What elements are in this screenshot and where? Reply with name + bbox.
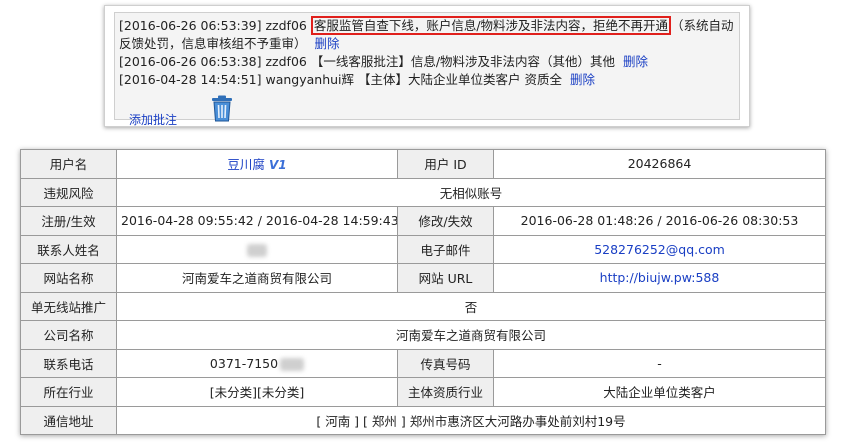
table-row: 通信地址 [ 河南 ] [ 郑州 ] 郑州市惠济区大河路办事处前刘村19号: [20, 405, 826, 435]
delete-link[interactable]: 删除: [623, 54, 648, 69]
qualification-value: 大陆企业单位类客户: [493, 377, 826, 407]
table-row: 违规风险 无相似账号: [20, 177, 826, 207]
table-row: 网站名称 河南爱车之道商贸有限公司 网站 URL http://biujw.pw…: [20, 263, 826, 293]
mod-label: 修改/失效: [397, 206, 494, 236]
table-row: 公司名称 河南爱车之道商贸有限公司: [20, 320, 826, 350]
log-entry-text: [2016-06-26 06:53:38] zzdf06 【一线客服批注】信息/…: [119, 54, 616, 69]
mod-value: 2016-06-28 01:48:26 / 2016-06-26 08:30:5…: [493, 206, 826, 236]
site-url-label: 网站 URL: [397, 263, 494, 293]
username-link[interactable]: 豆川腐: [227, 157, 265, 172]
username-cell: 豆川腐 V1: [116, 149, 398, 179]
annotation-log-panel: [2016-06-26 06:53:39] zzdf06 客服监管自查下线，账户…: [104, 5, 750, 127]
table-row: 联系人姓名 电子邮件 528276252@qq.com: [20, 234, 826, 264]
table-row: 单无线站推广 否: [20, 291, 826, 321]
reg-label: 注册/生效: [20, 206, 117, 236]
single-promo-value: 否: [116, 291, 826, 321]
annotation-log-list: [2016-06-26 06:53:39] zzdf06 客服监管自查下线，账户…: [114, 12, 740, 127]
risk-value: 无相似账号: [116, 177, 826, 207]
reg-value: 2016-04-28 09:55:42 / 2016-04-28 14:59:4…: [116, 206, 398, 236]
company-label: 公司名称: [20, 320, 117, 350]
qualification-label: 主体资质行业: [397, 377, 494, 407]
table-row: 所在行业 [未分类][未分类] 主体资质行业 大陆企业单位类客户: [20, 377, 826, 407]
email-value: 528276252@qq.com: [493, 234, 826, 264]
contact-label: 联系人姓名: [20, 234, 117, 264]
log-entry-highlighted-text: 客服监管自查下线，账户信息/物料涉及非法内容，拒绝不再开通: [310, 16, 672, 35]
username-label: 用户名: [20, 149, 117, 179]
trash-icon[interactable]: [209, 95, 235, 123]
email-label: 电子邮件: [397, 234, 494, 264]
fax-value: -: [493, 348, 826, 378]
table-row: 用户名 豆川腐 V1 用户 ID 20426864: [20, 149, 826, 179]
log-entry: [2016-06-26 06:53:38] zzdf06 【一线客服批注】信息/…: [119, 53, 735, 71]
fax-label: 传真号码: [397, 348, 494, 378]
contact-value: [116, 234, 398, 264]
site-name-label: 网站名称: [20, 263, 117, 293]
site-name-value: 河南爱车之道商贸有限公司: [116, 263, 398, 293]
log-entry-text: [2016-04-28 14:54:51] wangyanhui辉 【主体】大陆…: [119, 72, 562, 87]
risk-label: 违规风险: [20, 177, 117, 207]
user-id-value: 20426864: [493, 149, 826, 179]
site-url-value: http://biujw.pw:588: [493, 263, 826, 293]
company-value: 河南爱车之道商贸有限公司: [116, 320, 826, 350]
address-value: [ 河南 ] [ 郑州 ] 郑州市惠济区大河路办事处前刘村19号: [116, 405, 826, 435]
redacted-blur: [280, 357, 305, 371]
table-row: 联系电话 0371-7150 传真号码 -: [20, 348, 826, 378]
table-row: 注册/生效 2016-04-28 09:55:42 / 2016-04-28 1…: [20, 206, 826, 236]
industry-value: [未分类][未分类]: [116, 377, 398, 407]
delete-link[interactable]: 删除: [570, 72, 595, 87]
phone-value: 0371-7150: [209, 355, 279, 371]
log-entry: [2016-04-28 14:54:51] wangyanhui辉 【主体】大陆…: [119, 71, 735, 89]
single-promo-label: 单无线站推广: [20, 291, 117, 321]
redacted-blur: [247, 243, 267, 257]
industry-label: 所在行业: [20, 377, 117, 407]
address-label: 通信地址: [20, 405, 117, 435]
site-url-link[interactable]: http://biujw.pw:588: [600, 270, 720, 285]
vip-badge: V1: [268, 158, 287, 173]
phone-label: 联系电话: [20, 348, 117, 378]
delete-link[interactable]: 删除: [315, 36, 340, 51]
phone-cell: 0371-7150: [116, 348, 398, 378]
log-entry: [2016-06-26 06:53:39] zzdf06 客服监管自查下线，账户…: [119, 16, 735, 53]
email-link[interactable]: 528276252@qq.com: [594, 242, 725, 257]
user-id-label: 用户 ID: [397, 149, 494, 179]
add-note-link[interactable]: 添加批注: [129, 111, 177, 128]
log-entry-prefix: [2016-06-26 06:53:39] zzdf06: [119, 18, 311, 33]
account-info-table: 用户名 豆川腐 V1 用户 ID 20426864 违规风险 无相似账号 注册/生…: [20, 149, 826, 435]
